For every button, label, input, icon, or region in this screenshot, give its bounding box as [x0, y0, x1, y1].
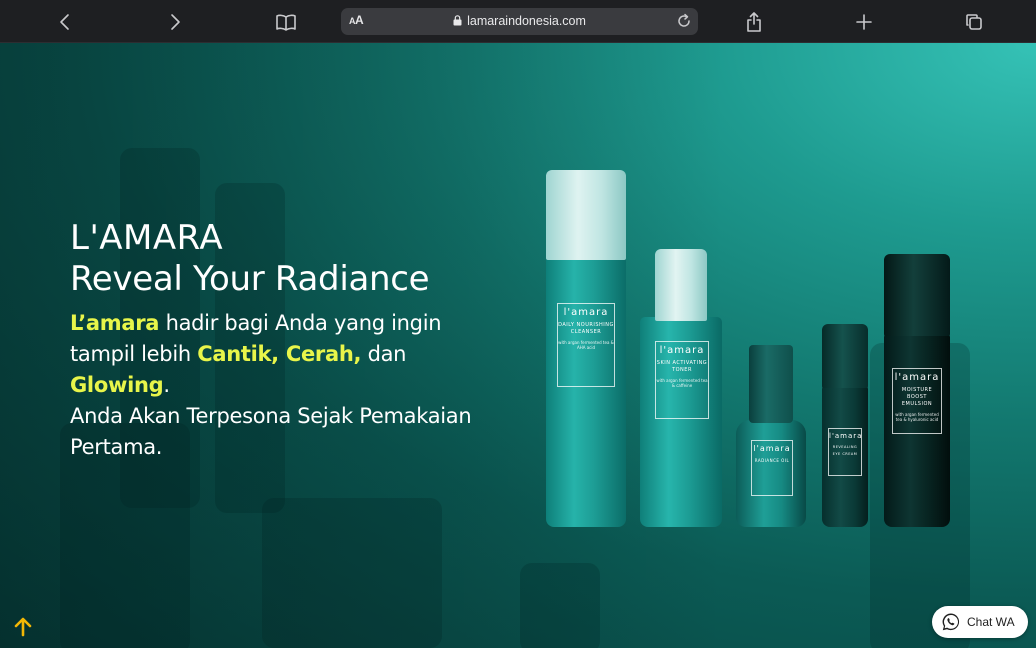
product-toner: l'amara SKIN ACTIVATING TONER with argan… [640, 249, 722, 527]
hero-banner: L'AMARA Reveal Your Radiance L’amara had… [0, 43, 1036, 648]
new-tab-button[interactable] [850, 8, 878, 36]
desc-text: dan [361, 342, 407, 366]
chat-wa-button[interactable]: Chat WA [932, 606, 1028, 638]
background-bottle-ghost [520, 563, 600, 648]
forward-icon [171, 14, 180, 30]
arrow-up-icon [14, 617, 32, 637]
product-label: l'amara DAILY NOURISHING CLEANSER with a… [557, 303, 615, 387]
hero-tagline: Reveal Your Radiance [70, 259, 430, 299]
desc-text: . [163, 373, 170, 397]
highlight-glowing: Glowing [70, 373, 164, 397]
address-bar[interactable]: AA lamaraindonesia.com [341, 8, 698, 35]
product-label: l'amara RADIANCE OIL [751, 440, 793, 496]
background-bottle-ghost [262, 498, 442, 648]
product-label: l'amara REVEALING EYE CREAM [828, 428, 862, 476]
scroll-to-top-button[interactable] [12, 616, 34, 638]
back-icon [60, 14, 69, 30]
product-radiance-oil: l'amara RADIANCE OIL [736, 345, 806, 527]
browser-toolbar: AA lamaraindonesia.com [0, 0, 1036, 43]
reload-icon[interactable] [676, 13, 692, 29]
highlight-brand: L’amara [70, 311, 160, 335]
tabs-icon [966, 14, 982, 30]
hero-brand: L'AMARA [70, 218, 224, 258]
book-icon [276, 14, 296, 31]
lock-icon [453, 15, 462, 26]
product-emulsion: l'amara MOISTURE BOOST EMULSION with arg… [884, 254, 950, 527]
plus-icon [856, 14, 872, 30]
bookmarks-button[interactable] [272, 8, 300, 36]
product-label: l'amara SKIN ACTIVATING TONER with argan… [655, 341, 709, 419]
product-cleanser: l'amara DAILY NOURISHING CLEANSER with a… [546, 170, 626, 527]
back-button[interactable] [51, 8, 79, 36]
product-lineup: l'amara DAILY NOURISHING CLEANSER with a… [540, 163, 960, 538]
product-eye-cream: l'amara REVEALING EYE CREAM [822, 324, 868, 527]
share-button[interactable] [740, 8, 768, 36]
desc-line2: Anda Akan Terpesona Sejak Pemakaian Pert… [70, 404, 472, 459]
hero-description: L’amara hadir bagi Anda yang ingin tampi… [70, 308, 510, 463]
hero-copy: L'AMARA Reveal Your Radiance L’amara had… [70, 218, 510, 463]
whatsapp-icon [942, 613, 960, 631]
url-text: lamaraindonesia.com [467, 14, 586, 28]
highlight-cantik-cerah: Cantik, Cerah, [197, 342, 362, 366]
tabs-overview-button[interactable] [960, 8, 988, 36]
chat-wa-label: Chat WA [967, 615, 1015, 629]
forward-button[interactable] [161, 8, 189, 36]
product-label: l'amara MOISTURE BOOST EMULSION with arg… [892, 368, 942, 434]
share-icon [747, 12, 761, 32]
